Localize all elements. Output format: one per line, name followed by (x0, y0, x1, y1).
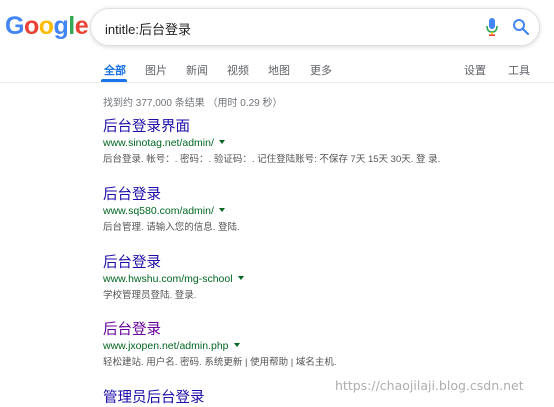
result-url-row: www.sq580.com/admin/ (103, 204, 240, 219)
tab-news[interactable]: 新闻 (186, 62, 208, 78)
result-title-link[interactable]: 后台登录 (103, 186, 240, 204)
result-title-link[interactable]: 后台登录 (103, 321, 336, 339)
tab-maps[interactable]: 地图 (268, 62, 290, 78)
tab-tools[interactable]: 工具 (508, 62, 530, 78)
caret-down-icon[interactable] (237, 276, 244, 280)
result-url: www.sq580.com/admin/ (103, 205, 214, 217)
result-title-link[interactable]: 后台登录界面 (103, 118, 440, 136)
logo-letter: g (53, 12, 69, 40)
search-result: 后台登录 www.hwshu.com/mg-school 学校管理员登陆. 登录… (103, 254, 244, 303)
result-title-link[interactable]: 后台登录 (103, 254, 244, 272)
caret-down-icon[interactable] (233, 343, 240, 347)
tab-settings[interactable]: 设置 (464, 62, 486, 78)
search-result: 后台登录界面 www.sinotag.net/admin/ 后台登录. 帐号：.… (103, 118, 440, 167)
tab-images[interactable]: 图片 (145, 62, 167, 78)
caret-down-icon[interactable] (218, 140, 225, 144)
result-snippet: 后台管理. 请输入您的信息. 登陆. (103, 222, 240, 233)
result-url: www.hwshu.com/mg-school (103, 273, 233, 285)
caret-down-icon[interactable] (218, 208, 225, 212)
tab-all[interactable]: 全部 (104, 62, 126, 78)
logo-letter: o (38, 12, 54, 40)
search-tabs: 全部 图片 新闻 视频 地图 更多 设置 工具 (0, 56, 554, 82)
tab-more[interactable]: 更多 (310, 62, 332, 78)
logo-letter: e (74, 12, 89, 40)
logo-letter: G (5, 12, 24, 40)
search-result: 后台登录 www.jxopen.net/admin.php 轻松建站. 用户名.… (103, 321, 336, 370)
result-url: www.sinotag.net/admin/ (103, 137, 214, 149)
result-title-link[interactable]: 管理员后台登录 (103, 389, 205, 407)
result-snippet: 学校管理员登陆. 登录. (103, 290, 197, 301)
tab-videos[interactable]: 视频 (227, 62, 249, 78)
result-url: www.jxopen.net/admin.php (103, 340, 229, 352)
result-snippet: 轻松建站. 用户名. 密码. 系统更新 | 使用帮助 | 域名主机. (103, 357, 337, 368)
search-result: 管理员后台登录 (103, 389, 205, 407)
search-result: 后台登录 www.sq580.com/admin/ 后台管理. 请输入您的信息.… (103, 186, 240, 235)
watermark: https://chaojilaji.blog.csdn.net (335, 378, 524, 393)
search-icon[interactable] (512, 18, 530, 36)
mic-icon[interactable] (486, 18, 498, 36)
header-divider (0, 82, 554, 83)
result-url-row: www.jxopen.net/admin.php (103, 339, 336, 354)
result-url-row: www.sinotag.net/admin/ (103, 136, 440, 151)
search-box[interactable]: intitle:后台登录 (90, 8, 540, 46)
result-snippet: 后台登录. 帐号：. 密码：. 验证码：. 记住登陆账号: 不保存 7天 15天… (103, 154, 441, 165)
google-logo[interactable]: Google (5, 12, 89, 40)
result-url-row: www.hwshu.com/mg-school (103, 272, 244, 287)
logo-letter: o (23, 12, 39, 40)
result-stats: 找到约 377,000 条结果 （用时 0.29 秒） (103, 98, 283, 109)
search-input[interactable]: intitle:后台登录 (105, 19, 191, 38)
